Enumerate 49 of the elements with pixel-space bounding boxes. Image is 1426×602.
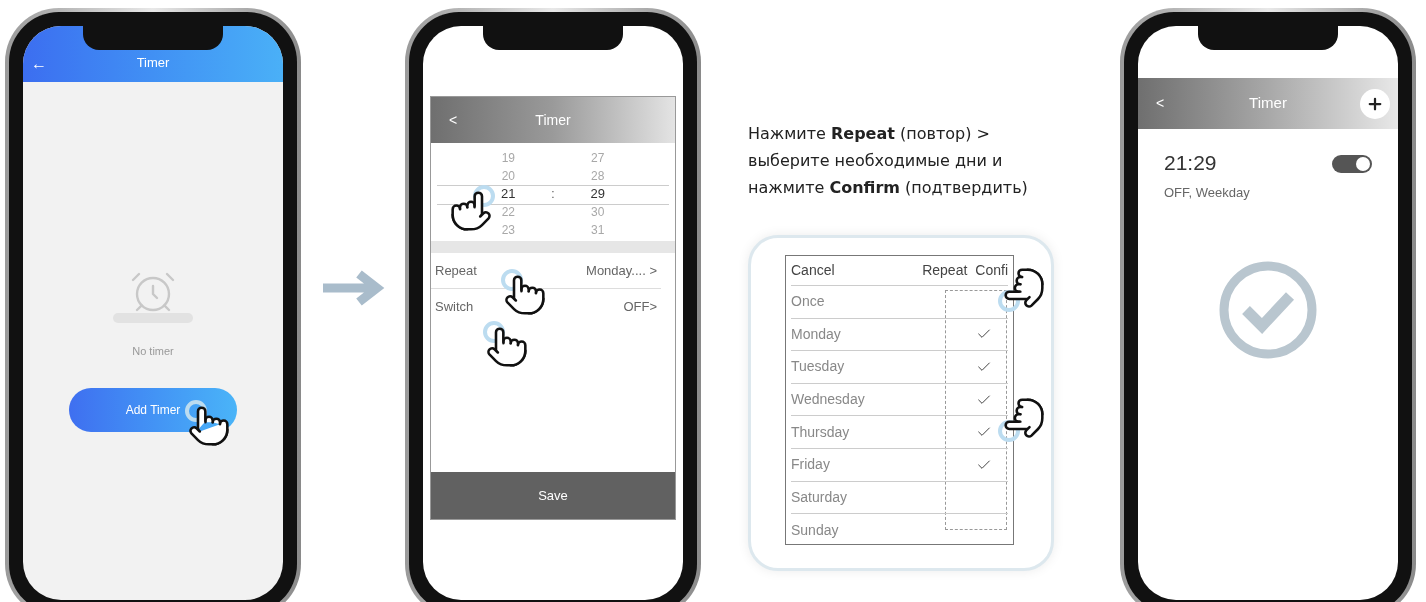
day-label: Thursday <box>791 422 850 442</box>
day-label: Wednesday <box>791 390 865 410</box>
add-button[interactable] <box>1360 88 1390 119</box>
row-label: Switch <box>435 298 474 317</box>
back-button[interactable]: < <box>1156 93 1165 114</box>
hour-option[interactable]: 20 <box>501 167 515 185</box>
day-row[interactable]: Monday <box>791 318 1008 352</box>
back-button[interactable]: < <box>449 109 458 131</box>
day-row[interactable]: Tuesday <box>791 351 1008 384</box>
row-value: OFF> <box>623 298 657 317</box>
instruction-text: Нажмите Repeat (повтор) > выберите необходимые дни и нажмите Confirm (подтвердить) <box>748 123 1029 199</box>
save-button[interactable]: Save <box>431 472 675 519</box>
minute-option[interactable]: 28 <box>591 167 605 185</box>
dialog-title: Repeat <box>922 261 968 280</box>
day-label: Monday <box>791 324 841 344</box>
header-title: Timer <box>535 110 571 130</box>
confirm-button[interactable]: Confi <box>975 260 1008 281</box>
day-label: Tuesday <box>791 357 845 377</box>
empty-state-text: No timer <box>132 344 174 359</box>
check-circle-icon <box>1218 260 1318 360</box>
row-value: Monday.... > <box>586 261 657 280</box>
row-label: Repeat <box>435 261 477 280</box>
minute-option[interactable]: 27 <box>591 149 605 167</box>
back-button[interactable]: ← <box>31 56 47 72</box>
day-row[interactable]: Friday <box>791 448 1008 482</box>
time-separator: : <box>551 186 555 203</box>
day-row[interactable]: Sunday <box>791 514 1008 547</box>
day-label: Friday <box>791 455 830 475</box>
day-row[interactable]: Saturday <box>791 481 1008 515</box>
settings-row[interactable]: Switch OFF> <box>431 289 661 325</box>
day-label: Once <box>791 292 825 312</box>
day-label: Sunday <box>791 520 839 540</box>
day-row[interactable]: Wednesday <box>791 383 1008 417</box>
header-title: Timer <box>1249 93 1287 114</box>
hour-option[interactable]: 19 <box>501 149 515 167</box>
timer-subtitle: OFF, Weekday <box>1164 183 1250 202</box>
hour-option[interactable]: 21 <box>501 185 516 203</box>
add-timer-button[interactable]: Add Timer <box>69 387 237 432</box>
arrow-right-icon <box>321 270 385 306</box>
timer-time: 21:29 <box>1164 150 1218 176</box>
day-label: Saturday <box>791 487 848 507</box>
minute-option[interactable]: 30 <box>591 203 605 221</box>
hour-option[interactable]: 22 <box>501 203 515 221</box>
toggle-switch[interactable] <box>1332 155 1372 173</box>
minute-option[interactable]: 29 <box>590 185 605 203</box>
cancel-button[interactable]: Cancel <box>791 260 835 281</box>
header-title: Timer <box>136 53 170 72</box>
minute-option[interactable]: 31 <box>591 221 605 239</box>
hour-option[interactable]: 23 <box>501 221 515 239</box>
